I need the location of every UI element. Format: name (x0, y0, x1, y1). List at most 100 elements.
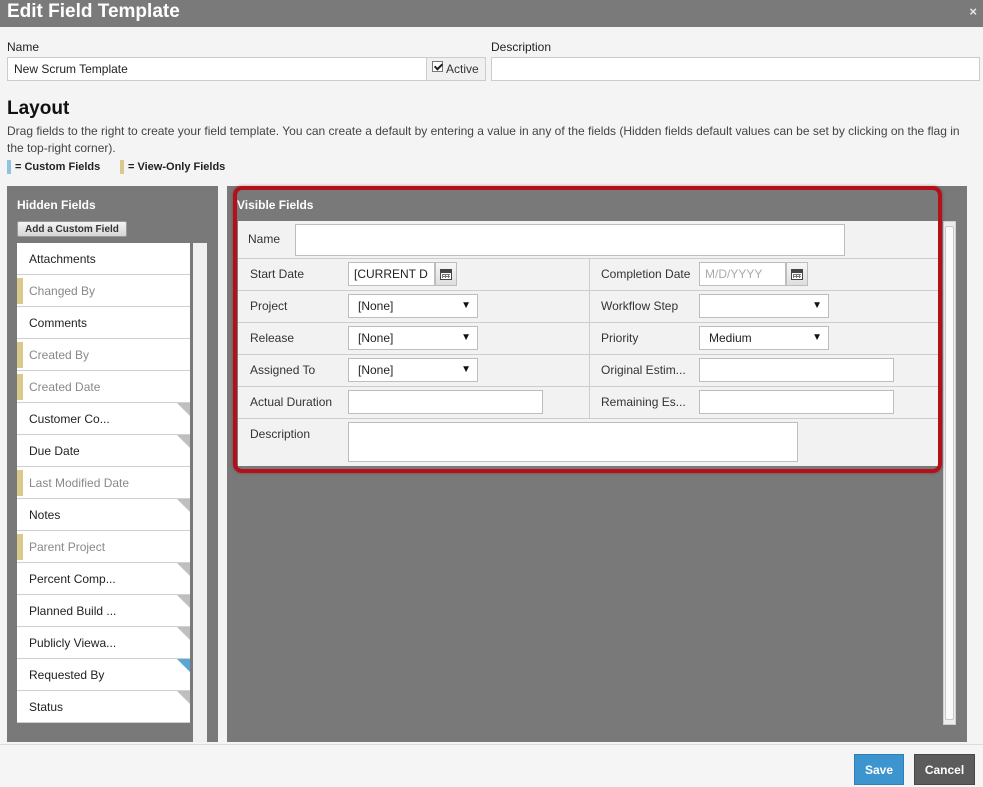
form-row-name: Name (238, 221, 938, 259)
scrollbar-thumb[interactable] (945, 226, 954, 720)
form-row-release: Release [None] ▼ Priority Medium ▼ (238, 323, 938, 355)
project-select-value: [None] (358, 299, 394, 313)
cell-divider (589, 259, 590, 290)
chevron-down-icon: ▼ (461, 364, 471, 375)
hidden-field-label: Requested By (29, 667, 105, 682)
active-checkbox[interactable] (432, 60, 443, 72)
assigned-to-label: Assigned To (250, 363, 316, 377)
hidden-field-item[interactable]: Due Date (17, 435, 190, 467)
release-select-value: [None] (358, 331, 394, 345)
hidden-fields-scrollbar[interactable] (193, 243, 207, 742)
hidden-fields-list: Attachments Changed By Comments Created By C… (17, 243, 190, 723)
hidden-field-item[interactable]: Changed By (17, 275, 190, 307)
default-value-flag-icon[interactable] (177, 403, 190, 416)
hidden-field-item[interactable]: Notes (17, 499, 190, 531)
dialog-footer (0, 744, 983, 787)
chevron-down-icon: ▼ (461, 332, 471, 343)
default-value-flag-icon[interactable] (177, 691, 190, 704)
original-estimate-label: Original Estim... (601, 363, 686, 377)
actual-duration-input[interactable] (348, 390, 543, 414)
hidden-field-label: Last Modified Date (29, 475, 130, 490)
form-row-dates: Start Date [CURRENT D Completion Date M/… (238, 259, 938, 291)
project-select[interactable]: [None] ▼ (348, 294, 478, 318)
hidden-field-item[interactable]: Planned Build ... (17, 595, 190, 627)
form-row-project: Project [None] ▼ Workflow Step ▼ (238, 291, 938, 323)
layout-heading: Layout (7, 98, 70, 119)
cell-divider (589, 323, 590, 354)
close-icon[interactable]: × (969, 4, 977, 19)
hidden-field-item[interactable]: Attachments (17, 243, 190, 275)
hidden-field-item[interactable]: Requested By (17, 659, 190, 691)
cancel-button[interactable]: Cancel (914, 754, 975, 785)
default-value-flag-icon[interactable] (177, 595, 190, 608)
hidden-field-item[interactable]: Percent Comp... (17, 563, 190, 595)
chevron-down-icon: ▼ (812, 300, 822, 311)
default-value-flag-icon[interactable] (177, 435, 190, 448)
dialog-titlebar: Edit Field Template × (0, 0, 983, 27)
layout-help-text: Drag fields to the right to create your … (7, 124, 960, 155)
default-value-flag-icon[interactable] (177, 627, 190, 640)
dialog-title: Edit Field Template (7, 1, 180, 22)
priority-label: Priority (601, 331, 639, 345)
hidden-field-label: Changed By (29, 283, 96, 298)
actual-duration-label: Actual Duration (250, 395, 333, 409)
calendar-icon (791, 268, 803, 280)
start-date-input[interactable]: [CURRENT D (348, 262, 435, 286)
legend-custom: = Custom Fields (7, 160, 100, 174)
hidden-field-item[interactable]: Last Modified Date (17, 467, 190, 499)
legend-custom-swatch (7, 160, 11, 174)
workflow-step-select[interactable]: ▼ (699, 294, 829, 318)
name-field-input[interactable] (295, 224, 845, 256)
remaining-estimate-label: Remaining Es... (601, 395, 686, 409)
hidden-field-label: Created By (29, 347, 90, 362)
hidden-field-label: Status (29, 699, 64, 714)
form-row-description: Description (238, 419, 938, 466)
assigned-to-select[interactable]: [None] ▼ (348, 358, 478, 382)
completion-date-input[interactable]: M/D/YYYY (699, 262, 786, 286)
hidden-field-label: Attachments (29, 251, 96, 266)
priority-select[interactable]: Medium ▼ (699, 326, 829, 350)
assigned-to-select-value: [None] (358, 363, 394, 377)
default-value-flag-icon[interactable] (177, 659, 190, 672)
original-estimate-input[interactable] (699, 358, 894, 382)
release-label: Release (250, 331, 295, 345)
save-button[interactable]: Save (854, 754, 904, 785)
chevron-down-icon: ▼ (461, 300, 471, 311)
hidden-field-item[interactable]: Customer Co... (17, 403, 190, 435)
cell-divider (589, 355, 590, 386)
name-label: Name (7, 40, 40, 54)
hidden-field-label: Created Date (29, 379, 101, 394)
active-toggle[interactable]: Active (426, 57, 486, 81)
default-value-flag-icon[interactable] (177, 563, 190, 576)
description-field-textarea[interactable] (348, 422, 798, 462)
template-description-input[interactable] (491, 57, 980, 81)
start-date-calendar-button[interactable] (435, 262, 457, 286)
release-select[interactable]: [None] ▼ (348, 326, 478, 350)
legend-viewonly-swatch (120, 160, 124, 174)
template-name-input[interactable]: New Scrum Template (7, 57, 427, 81)
completion-date-label: Completion Date (601, 267, 691, 281)
hidden-field-item[interactable]: Created Date (17, 371, 190, 403)
add-custom-field-button[interactable]: Add a Custom Field (17, 221, 127, 237)
form-row-duration: Actual Duration Remaining Es... (238, 387, 938, 419)
form-row-assigned: Assigned To [None] ▼ Original Estim... (238, 355, 938, 387)
priority-select-value: Medium (709, 331, 752, 345)
hidden-field-item[interactable]: Publicly Viewa... (17, 627, 190, 659)
calendar-icon (440, 268, 452, 280)
workflow-step-label: Workflow Step (601, 299, 679, 313)
description-label: Description (491, 40, 552, 54)
hidden-field-item[interactable]: Parent Project (17, 531, 190, 563)
cell-divider (589, 387, 590, 418)
cell-divider (589, 291, 590, 322)
hidden-field-item[interactable]: Created By (17, 339, 190, 371)
hidden-field-item[interactable]: Status (17, 691, 190, 723)
hidden-field-item[interactable]: Comments (17, 307, 190, 339)
completion-date-calendar-button[interactable] (786, 262, 808, 286)
default-value-flag-icon[interactable] (177, 499, 190, 512)
legend-viewonly: = View-Only Fields (120, 160, 225, 174)
hidden-fields-title: Hidden Fields (17, 198, 96, 212)
remaining-estimate-input[interactable] (699, 390, 894, 414)
visible-fields-scrollbar[interactable] (943, 221, 956, 725)
hidden-field-label: Due Date (29, 443, 80, 458)
hidden-field-label: Comments (29, 315, 88, 330)
